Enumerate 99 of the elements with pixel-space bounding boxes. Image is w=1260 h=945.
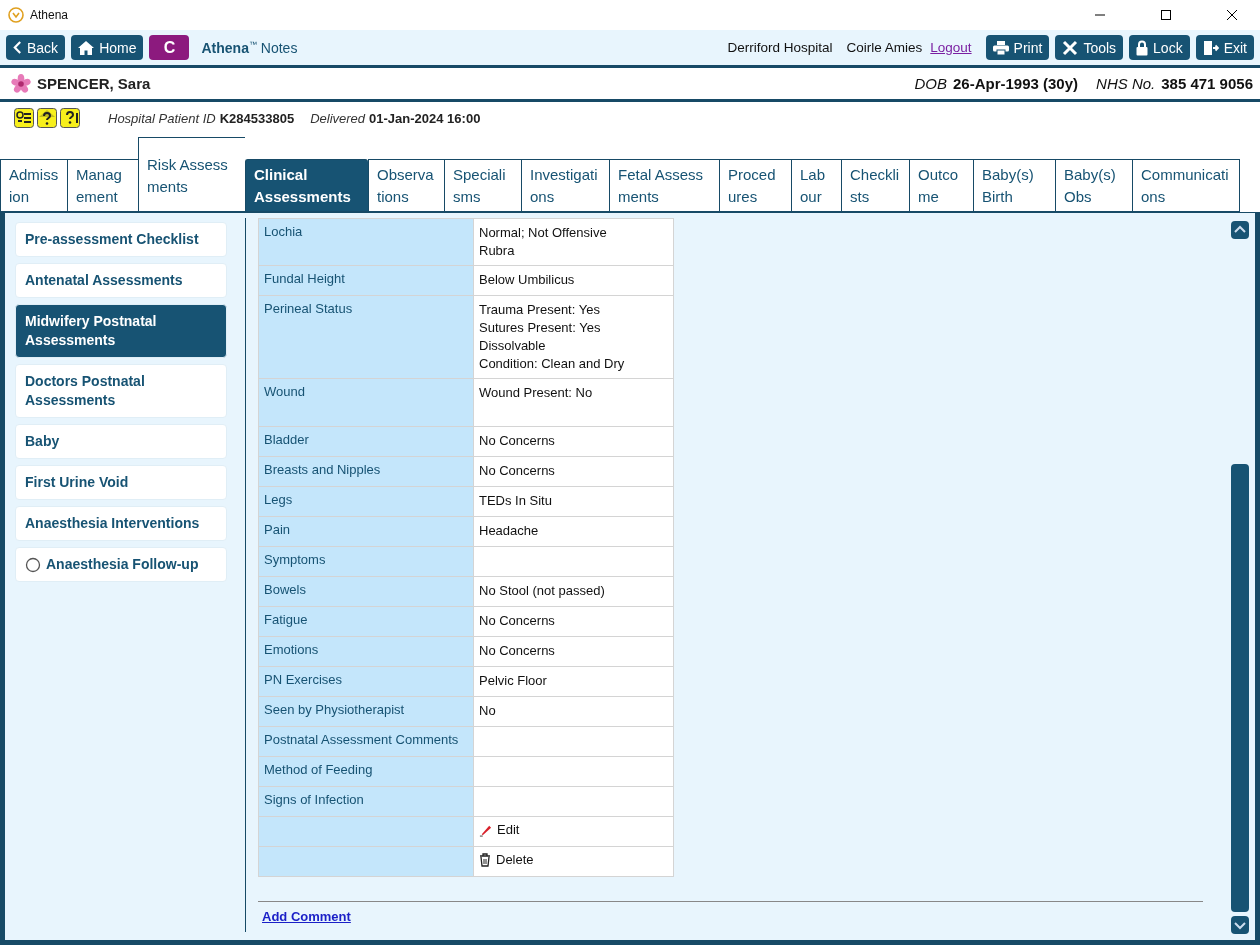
patient-name: SPENCER, Sara [37,75,151,92]
tab[interactable]: Procedures [719,159,791,212]
tab[interactable]: Management [67,159,138,212]
field-value: Pelvic Floor [479,672,548,690]
field-label: Pain [258,516,474,547]
field-label: Legs [258,486,474,517]
lock-icon [1136,39,1149,56]
user-name: Coirle Amies [846,40,923,55]
field-label: Seen by Physiotherapist [258,696,474,727]
scroll-down-icon[interactable] [1231,916,1249,934]
tab[interactable]: Fetal Assessments [609,159,719,212]
tab[interactable]: Communications [1132,159,1240,212]
field-label: Bladder [258,426,474,457]
tab[interactable]: Outcome [909,159,973,212]
tab[interactable]: Investigations [521,159,609,212]
field-value: Dissolvable [479,337,547,355]
home-icon [78,40,95,55]
sidebar-item[interactable]: First Urine Void [15,465,227,500]
field-label: Bowels [258,576,474,607]
tab[interactable]: Baby(s) Birth [973,159,1055,212]
app-badge-button[interactable]: C [149,35,190,60]
home-button[interactable]: Home [71,35,144,60]
field-label: Wound [258,378,474,427]
exit-door-icon [1202,39,1219,56]
sidebar-item[interactable]: Pre-assessment Checklist [15,222,227,257]
circle-icon [25,556,41,573]
edit-link[interactable]: Edit [479,822,520,837]
field-label: Emotions [258,636,474,667]
app-name: Athena$^{™}$ Notes [201,39,298,56]
field-label: Fundal Height [258,265,474,296]
field-label: Perineal Status [258,295,474,379]
field-value: No Stool (not passed) [479,582,606,600]
field-value: No [479,702,497,720]
field-value: No Concerns [479,612,556,630]
scroll-up-icon[interactable] [1231,221,1249,239]
exit-button[interactable]: Exit [1195,35,1254,60]
tab[interactable]: Checklists [841,159,909,212]
sidebar-item[interactable]: Doctors Postnatal Assessments [15,364,227,418]
alert-list-icon[interactable] [14,108,34,128]
chevron-left-icon [13,41,22,54]
tools-button[interactable]: Tools [1055,35,1124,60]
nhs-label: NHS No. [1096,75,1156,92]
field-value: Condition: Clean and Dry [479,355,626,373]
patient-id-value: K284533805 [219,110,295,126]
tab[interactable]: Admission [0,159,67,212]
scrollbar-thumb[interactable] [1231,463,1249,912]
alert-question-icon[interactable] [60,108,80,128]
sidebar-item[interactable]: Anaesthesia Follow-up [15,547,227,582]
field-label: Fatigue [258,606,474,637]
tab[interactable]: Labour [791,159,841,212]
tab[interactable]: Specialisms [444,159,521,212]
tab[interactable]: Risk Assessments [138,137,245,212]
field-value: Wound Present: No [479,384,594,402]
delivered-label: Delivered [310,110,366,126]
sidebar-item[interactable]: Antenatal Assessments [15,263,227,298]
maximize-icon[interactable] [1160,9,1172,21]
add-comment-link[interactable]: Add Comment [262,909,351,924]
field-label: Symptoms [258,546,474,577]
field-value: No Concerns [479,642,556,660]
dob-label: DOB [914,75,947,92]
field-value: Normal; Not Offensive [479,224,608,242]
field-value: Rubra [479,242,516,260]
sidebar-item[interactable]: Baby [15,424,227,459]
field-value: Below Umbilicus [479,271,576,289]
field-value: TEDs In Situ [479,492,553,510]
logout-link[interactable]: Logout [930,40,972,55]
flower-icon [11,73,31,94]
field-label: PN Exercises [258,666,474,697]
alert-question-icon[interactable] [37,108,57,128]
delivered-value: 01-Jan-2024 16:00 [369,110,481,126]
field-value: Headache [479,522,540,540]
close-icon[interactable] [1226,9,1238,21]
trash-icon [479,853,491,867]
hospital-name: Derriford Hospital [727,40,833,55]
field-label: Breasts and Nipples [258,456,474,487]
nhs-value: 385 471 9056 [1161,75,1253,92]
sidebar-item[interactable]: Anaesthesia Interventions [15,506,227,541]
lock-button[interactable]: Lock [1129,35,1190,60]
app-logo-icon [8,7,24,23]
delete-link[interactable]: Delete [479,852,534,867]
field-label: Method of Feeding [258,756,474,787]
patient-id-label: Hospital Patient ID [108,110,216,126]
pencil-icon [479,824,492,837]
window-title: Athena [30,8,69,22]
field-label: Lochia [258,218,474,266]
field-value: Sutures Present: Yes [479,319,602,337]
dob-value: 26-Apr-1993 (30y) [953,75,1079,92]
printer-icon [992,40,1009,55]
field-value: No Concerns [479,432,556,450]
field-value: Trauma Present: Yes [479,301,601,319]
tab[interactable]: Clinical Assessments [245,159,368,212]
print-button[interactable]: Print [985,35,1050,60]
tab[interactable]: Baby(s) Obs [1055,159,1132,212]
field-value: No Concerns [479,462,556,480]
field-label: Signs of Infection [258,786,474,817]
back-button[interactable]: Back [6,35,66,60]
field-label: Postnatal Assessment Comments [258,726,474,757]
sidebar-item[interactable]: Midwifery Postnatal Assessments [15,304,227,358]
tab[interactable]: Observations [368,159,444,212]
